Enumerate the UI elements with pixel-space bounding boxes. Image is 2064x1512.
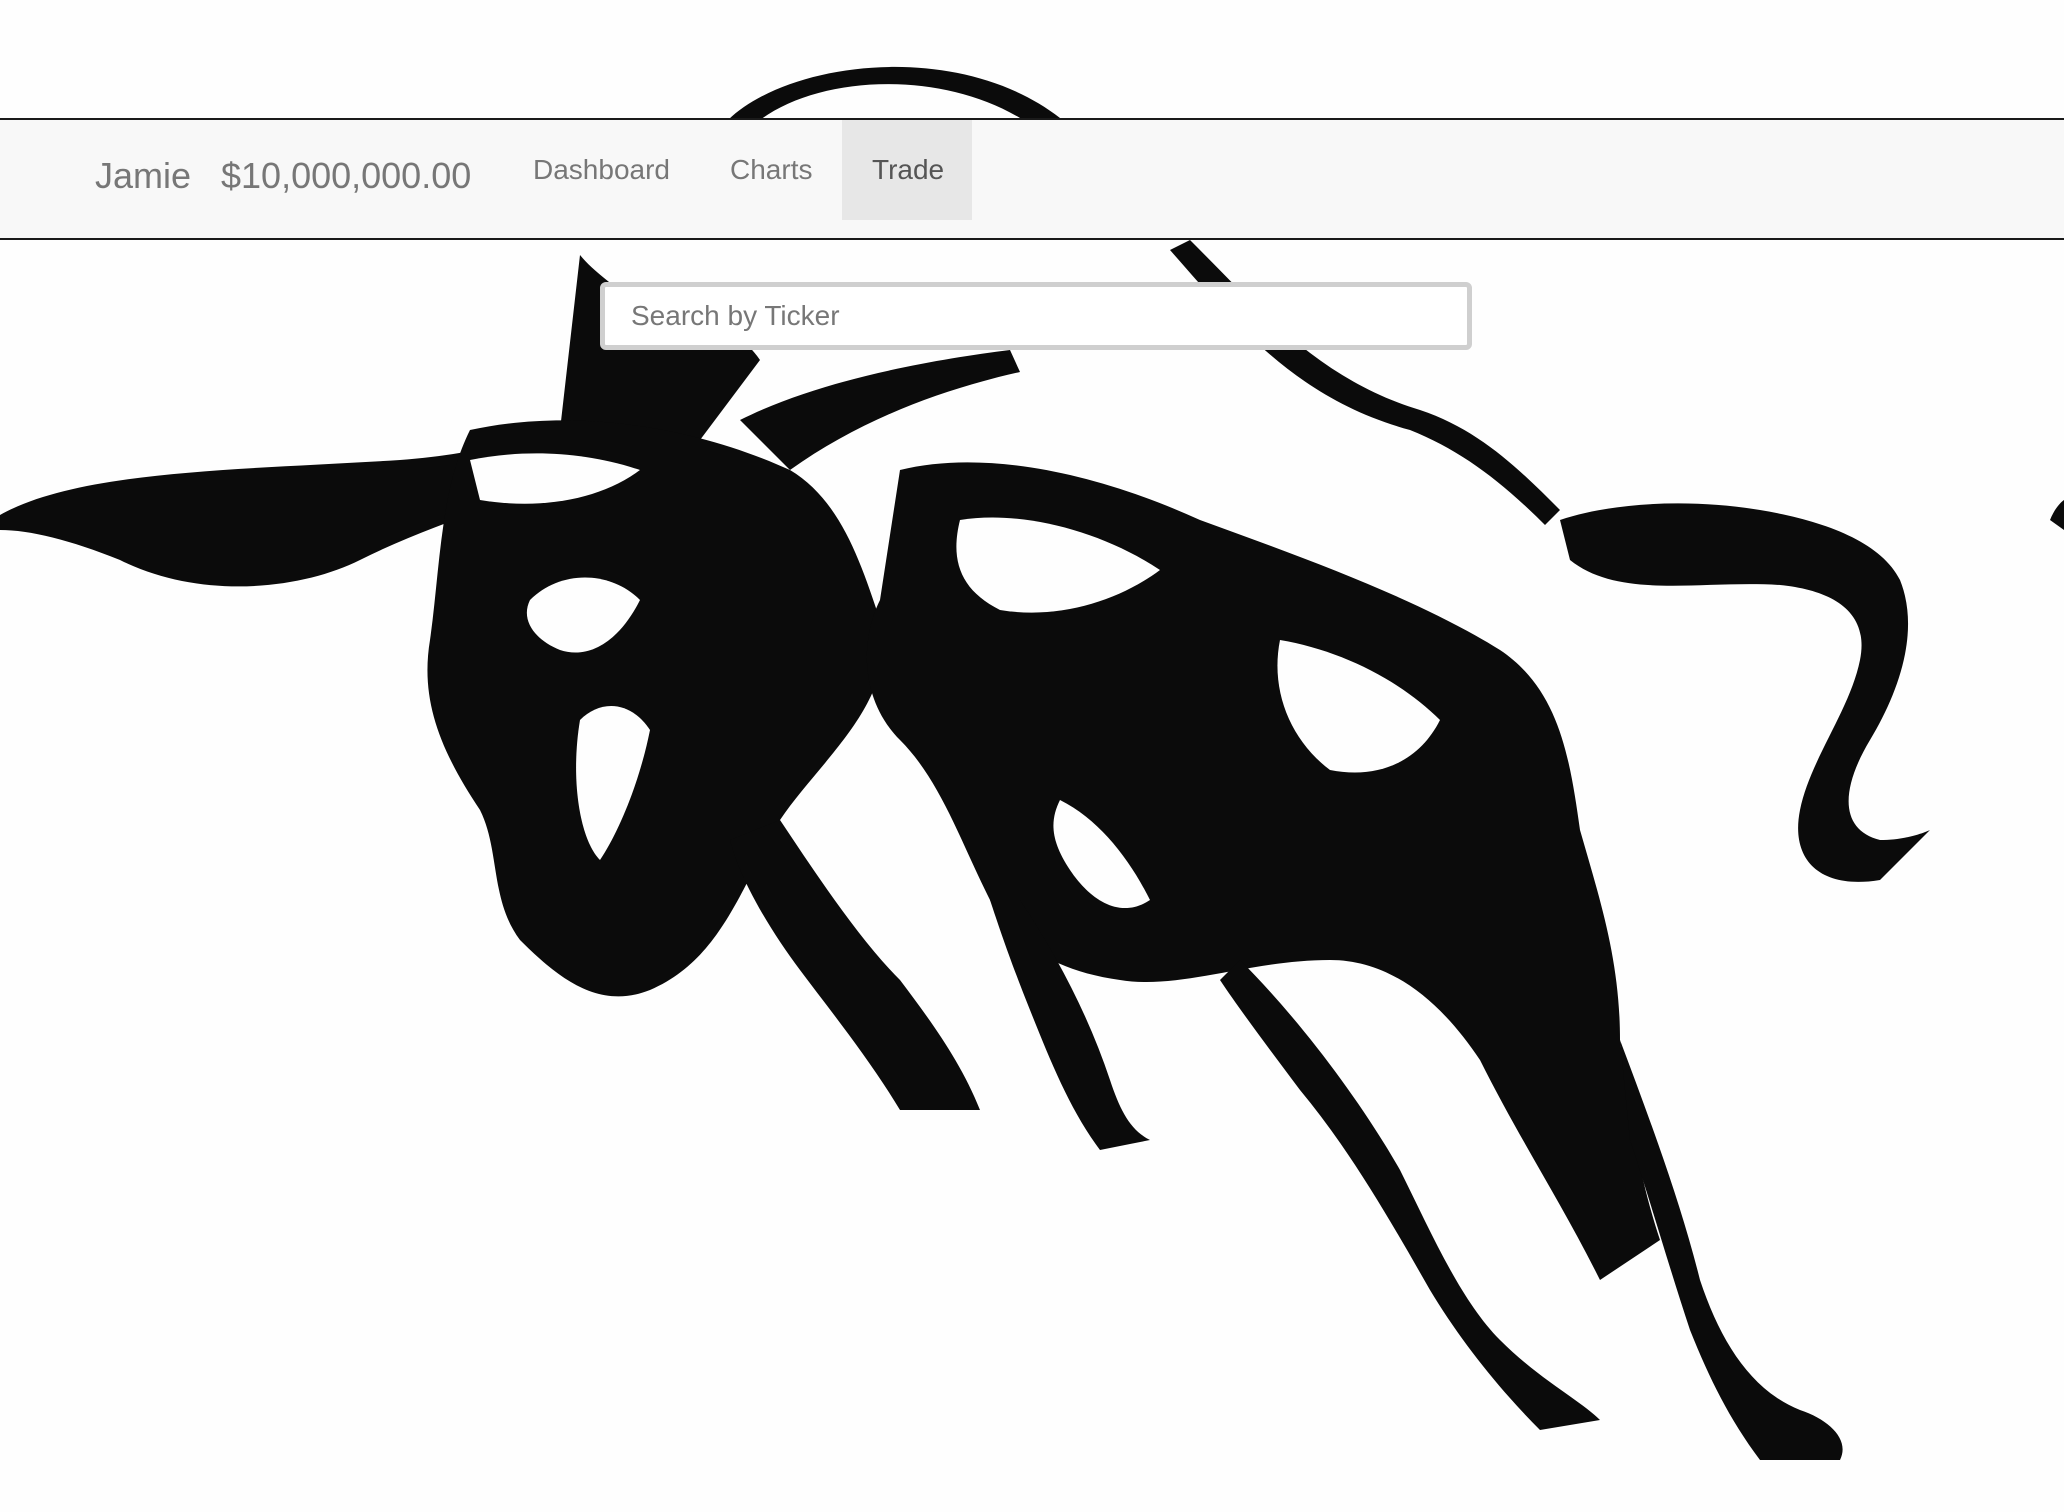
account-balance: $10,000,000.00 [221,155,472,196]
nav-dashboard-link[interactable]: Dashboard [503,120,700,220]
top-navbar: Jamie $10,000,000.00 Dashboard Charts Tr… [0,118,2064,240]
trade-page: Jamie $10,000,000.00 Dashboard Charts Tr… [0,0,2064,1512]
nav-trade-link[interactable]: Trade [842,120,972,220]
user-name[interactable]: Jamie [95,148,191,204]
ticker-search-input[interactable] [600,282,1472,350]
ticker-search [600,282,1472,350]
nav-charts-link[interactable]: Charts [700,120,842,220]
